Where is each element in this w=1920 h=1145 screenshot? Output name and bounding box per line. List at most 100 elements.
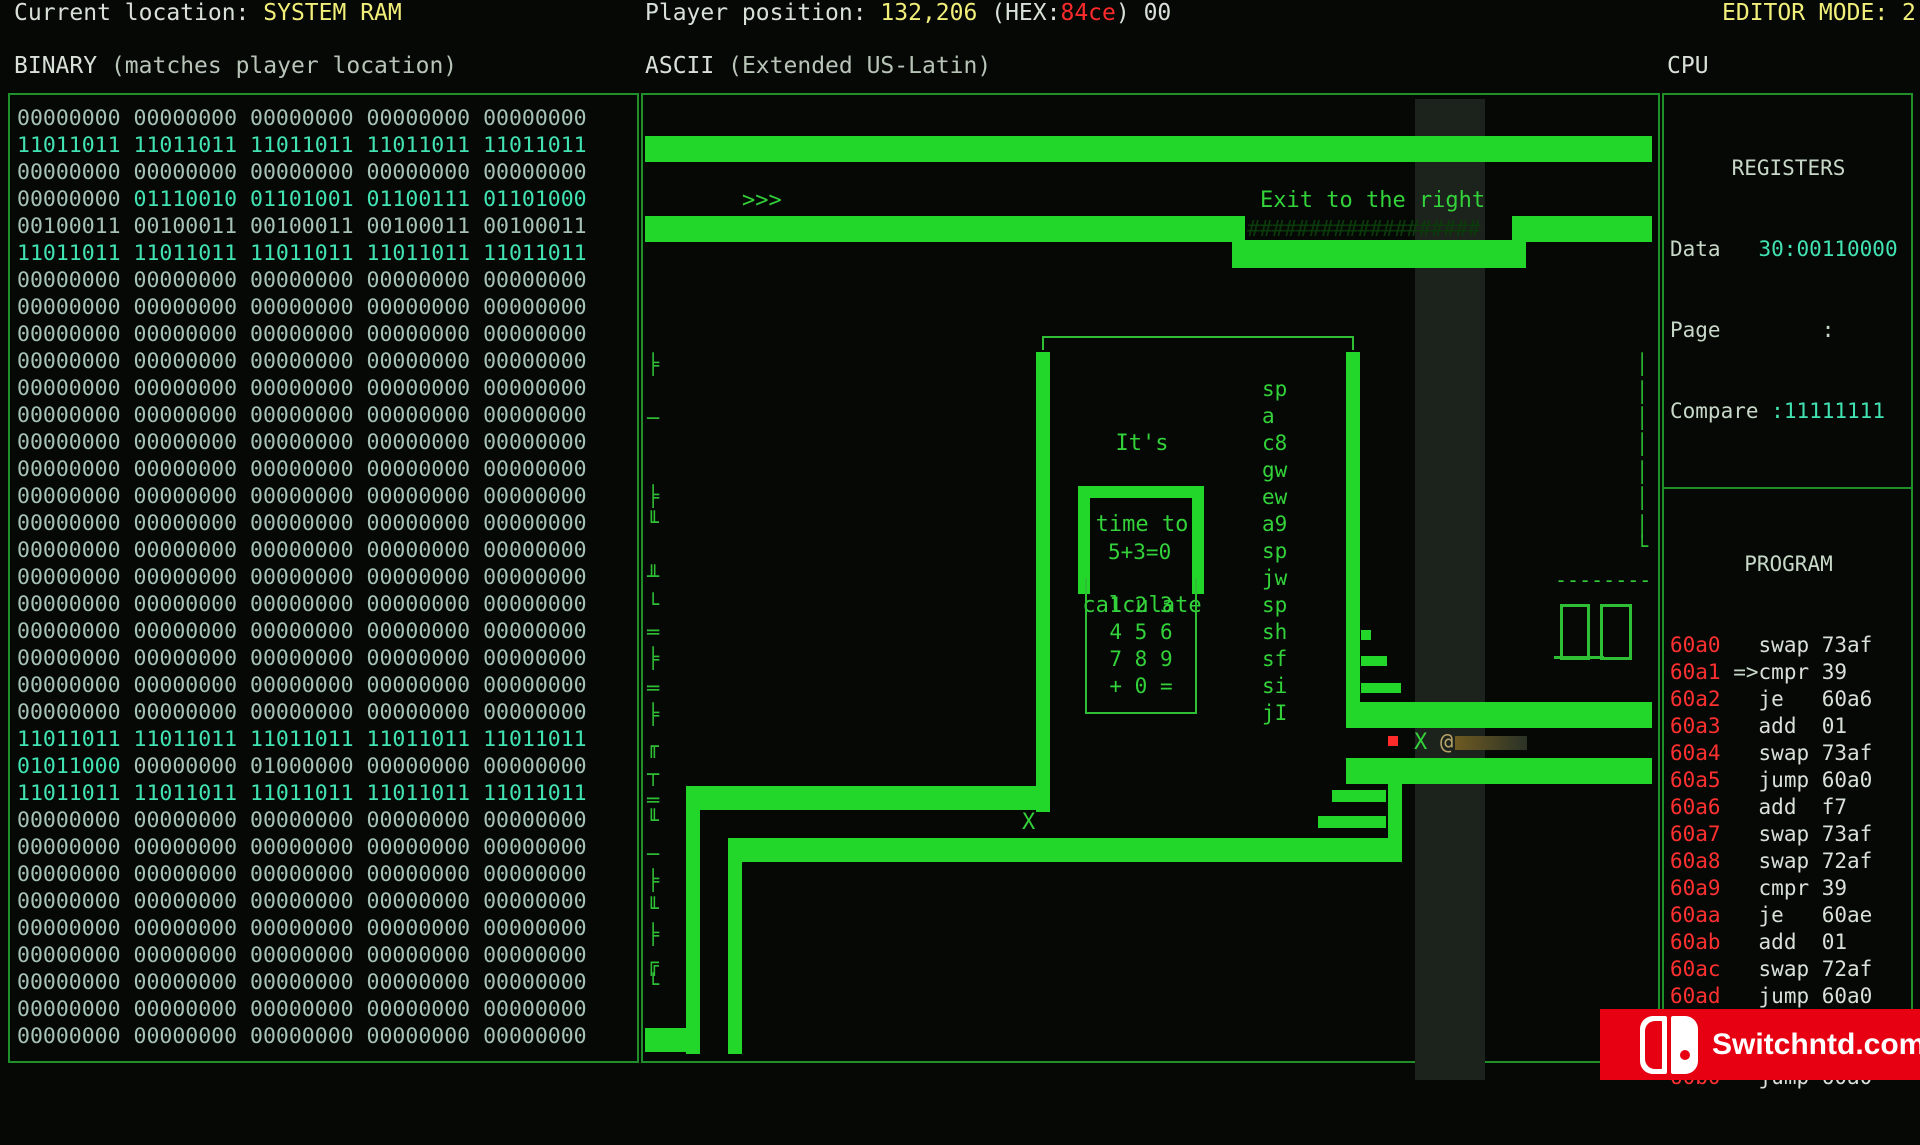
binary-row: 01011000 00000000 01000000 00000000 0000… [17, 753, 587, 780]
binary-byte: 11011011 [250, 781, 354, 806]
cpu-contents: REGISTERS Data 30:00110000 Page : Compar… [1664, 101, 1913, 1145]
binary-byte: 01100111 [366, 187, 471, 212]
binary-byte: 00000000 [250, 376, 354, 401]
binary-byte: 00100011 [250, 214, 354, 239]
binary-byte: 00000000 [133, 484, 238, 509]
prompt: >>> [742, 188, 782, 213]
binary-row: 11011011 11011011 11011011 11011011 1101… [17, 240, 587, 267]
player-trail [1455, 736, 1528, 750]
binary-row: 00000000 00000000 00000000 00000000 0000… [17, 834, 587, 861]
binary-byte: 11011011 [250, 133, 354, 158]
keypad-row[interactable]: + 0 = [1085, 673, 1197, 700]
calc-line-1: It's [1115, 431, 1169, 456]
binary-row: 00000000 00000000 00000000 00000000 0000… [17, 807, 587, 834]
wall-right-connector [1388, 758, 1402, 862]
binary-byte: 00000000 [483, 457, 587, 482]
program-pointer: => [1733, 660, 1759, 684]
edge-glyph: │ [1636, 352, 1649, 376]
binary-byte: 11011011 [483, 727, 587, 752]
binary-byte: 11011011 [133, 781, 238, 806]
program-pointer [1733, 795, 1758, 819]
location-label: Current location: [14, 0, 250, 26]
binary-row: 00000000 00000000 00000000 00000000 0000… [17, 294, 587, 321]
hex-close: ) [1115, 0, 1130, 26]
program-line: 60ad jump 60a0 [1670, 983, 1907, 1010]
edge-glyph: └ [1636, 534, 1649, 558]
binary-byte: 00000000 [483, 106, 587, 131]
edge-glyph: ╞ [647, 702, 660, 726]
binary-byte: 00000000 [366, 565, 471, 590]
edge-glyph: ═ [647, 620, 660, 644]
structure [1600, 604, 1632, 660]
binary-byte: 00000000 [483, 430, 587, 455]
binary-byte: 00100011 [133, 214, 238, 239]
binary-byte: 00000000 [250, 457, 354, 482]
binary-byte: 00000000 [366, 754, 471, 779]
binary-byte: 00000000 [483, 862, 587, 887]
binary-byte: 00000000 [250, 700, 354, 725]
block [1361, 656, 1387, 666]
binary-byte: 11011011 [366, 241, 471, 266]
binary-byte: 00000000 [483, 700, 587, 725]
binary-byte: 00000000 [483, 322, 587, 347]
program-address: 60a0 [1670, 633, 1721, 657]
binary-byte: 00000000 [133, 106, 238, 131]
binary-byte: 00000000 [483, 889, 587, 914]
binary-byte: 00000000 [366, 619, 471, 644]
data-value: 30:00110000 [1758, 237, 1898, 261]
program-line: 60a4 swap 73af [1670, 740, 1907, 767]
binary-row: 00000000 00000000 00000000 00000000 0000… [17, 510, 587, 537]
binary-byte: 00000000 [483, 943, 587, 968]
player: @ [1440, 730, 1528, 755]
binary-byte: 11011011 [483, 133, 587, 158]
location-value: SYSTEM RAM [263, 0, 402, 26]
program-instruction: cmpr 39 [1758, 876, 1848, 900]
binary-row: 00000000 00000000 00000000 00000000 0000… [17, 672, 587, 699]
binary-byte: 00000000 [17, 808, 121, 833]
edge-glyph: ╞ [647, 646, 660, 670]
binary-byte: 00000000 [133, 376, 238, 401]
binary-byte: 00100011 [366, 214, 471, 239]
program-pointer [1733, 957, 1758, 981]
edge-glyph: ═ [647, 676, 660, 700]
binary-byte: 00000000 [250, 862, 354, 887]
program-pointer [1733, 714, 1758, 738]
dashes: -------- [1555, 568, 1652, 592]
binary-byte: 01101001 [250, 187, 354, 212]
binary-row: 00000000 00000000 00000000 00000000 0000… [17, 348, 587, 375]
program-line: 60a6 add f7 [1670, 794, 1907, 821]
edge-glyph: │ [1636, 460, 1649, 484]
binary-row: 00000000 00000000 00000000 00000000 0000… [17, 645, 587, 672]
binary-byte: 00000000 [250, 403, 354, 428]
binary-byte: 00000000 [483, 403, 587, 428]
binary-byte: 00000000 [250, 430, 354, 455]
keypad-row[interactable]: 7 8 9 [1085, 646, 1197, 673]
program-pointer [1733, 633, 1758, 657]
binary-row: 00000000 00000000 00000000 00000000 0000… [17, 1023, 587, 1050]
program-address: 60a1 [1670, 660, 1721, 684]
program-address: 60a7 [1670, 822, 1721, 846]
edge-glyph: ╙ [647, 510, 660, 534]
binary-byte: 00000000 [366, 700, 471, 725]
keypad-row[interactable]: 1 2 3 [1085, 592, 1197, 619]
edge-glyph: ╞ [647, 922, 660, 946]
binary-byte: 00000000 [133, 1024, 238, 1049]
binary-byte: 00000000 [17, 457, 121, 482]
binary-byte: 00000000 [17, 619, 121, 644]
binary-byte: 00000000 [133, 160, 238, 185]
cpu-panel: REGISTERS Data 30:00110000 Page : Compar… [1662, 93, 1913, 1089]
binary-byte: 00000000 [17, 997, 121, 1022]
binary-byte: 00000000 [17, 835, 121, 860]
binary-byte: 00000000 [483, 376, 587, 401]
binary-byte: 00000000 [483, 916, 587, 941]
binary-byte: 00000000 [133, 997, 238, 1022]
edge-glyph: └ [647, 972, 660, 996]
hex-open: (HEX: [991, 0, 1061, 26]
binary-title: BINARY [14, 53, 98, 79]
binary-byte: 00000000 [366, 970, 471, 995]
binary-byte: 00000000 [133, 592, 238, 617]
binary-row: 00000000 00000000 00000000 00000000 0000… [17, 564, 587, 591]
keypad-row[interactable]: 4 5 6 [1085, 619, 1197, 646]
binary-row: 00000000 00000000 00000000 00000000 0000… [17, 915, 587, 942]
binary-byte: 00000000 [250, 268, 354, 293]
